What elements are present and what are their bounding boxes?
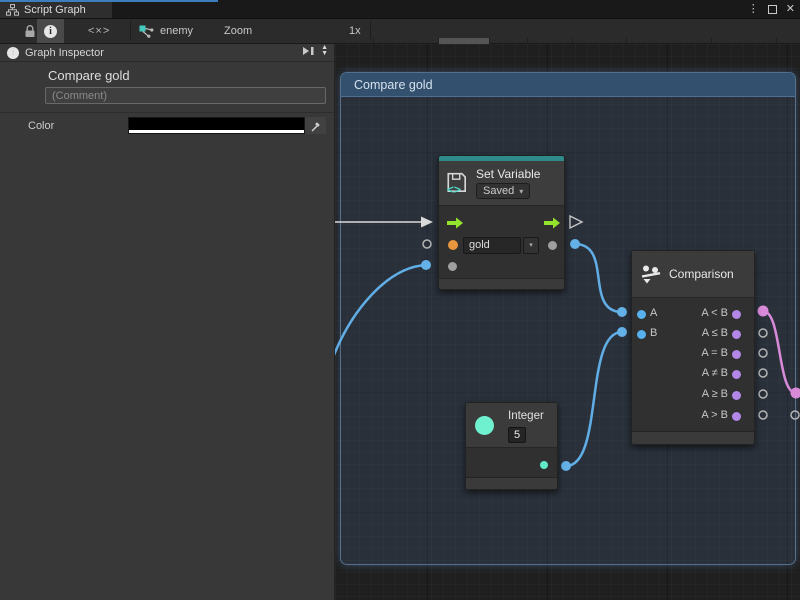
- toolbar-separator: [130, 21, 131, 41]
- port-comparison-leq[interactable]: [732, 330, 741, 339]
- port-comparison-eq[interactable]: [732, 350, 741, 359]
- port-comparison-greater[interactable]: [732, 412, 741, 421]
- eyedropper-icon: [309, 119, 323, 133]
- node-integer[interactable]: Integer 5: [465, 402, 558, 490]
- variable-kind-dropdown[interactable]: Saved ▾: [476, 183, 530, 199]
- port-comparison-eq-external[interactable]: [759, 349, 767, 357]
- zoom-value: 1x: [349, 19, 361, 43]
- graph-hierarchy-icon: [6, 4, 19, 16]
- window-maximize-icon[interactable]: [768, 5, 777, 14]
- graph-breadcrumb[interactable]: enemy: [139, 19, 193, 43]
- info-icon: i: [7, 47, 19, 59]
- port-comparison-neq[interactable]: [732, 370, 741, 379]
- port-comparison-b-external[interactable]: [617, 327, 627, 337]
- integer-type-icon: [475, 416, 494, 435]
- alpha-bar: [129, 130, 304, 133]
- window-menu-icon[interactable]: ⋮: [748, 2, 759, 17]
- port-setvar-output-value[interactable]: [548, 241, 557, 250]
- script-graph-window: Script Graph ⋮ ✕ i <×>: [0, 0, 800, 600]
- dock-panel-icon[interactable]: [301, 45, 315, 57]
- setvar-title: Set Variable: [476, 167, 540, 181]
- port-comparison-a[interactable]: [637, 310, 646, 319]
- edge-flow-arrowhead: [421, 217, 433, 228]
- port-setvar-value-in-external[interactable]: [423, 240, 431, 248]
- chevron-down-icon: ▾: [519, 187, 523, 196]
- port-comparison-a-external[interactable]: [617, 307, 627, 317]
- color-swatch[interactable]: [128, 117, 305, 134]
- port-variable-name[interactable]: [448, 240, 458, 250]
- output-greater-label: A > B: [701, 409, 728, 421]
- comment-input[interactable]: [45, 87, 326, 104]
- port-flow-out[interactable]: [544, 217, 560, 229]
- output-less-label: A < B: [701, 307, 728, 319]
- window-close-icon[interactable]: ✕: [786, 2, 795, 17]
- zoom-label: Zoom: [224, 19, 252, 43]
- edge-setvar-to-comparison-a[interactable]: [575, 244, 622, 312]
- floppy-variable-icon: <>: [445, 171, 469, 195]
- integer-title: Integer: [508, 410, 544, 422]
- port-comparison-b[interactable]: [637, 330, 646, 339]
- toolbar-separator: [370, 21, 371, 41]
- port-comparison-leq-external[interactable]: [759, 329, 767, 337]
- port-comparison-less[interactable]: [732, 310, 741, 319]
- node-comparison[interactable]: Comparison A A < B B A ≤ B A = B A ≠ B: [631, 250, 755, 445]
- port-comparison-geq[interactable]: [732, 391, 741, 400]
- port-integer-out-external[interactable]: [561, 461, 571, 471]
- edge-integer-to-comparison-b[interactable]: [566, 332, 622, 466]
- graph-name: enemy: [160, 25, 193, 37]
- graph-title-text: Compare gold: [48, 68, 130, 83]
- graph-node-icon: [139, 25, 154, 38]
- panel-scrubber-icon[interactable]: ▲▼: [321, 45, 328, 57]
- output-neq-label: A ≠ B: [702, 367, 728, 379]
- integer-header[interactable]: Integer 5: [466, 403, 557, 448]
- port-comparison-less-external[interactable]: [758, 306, 769, 317]
- graph-canvas[interactable]: Compare gold: [335, 44, 800, 600]
- integer-value-field[interactable]: 5: [508, 427, 526, 443]
- comparison-title: Comparison: [669, 267, 734, 281]
- comparison-footer: [632, 431, 754, 444]
- port-integer-out[interactable]: [540, 461, 548, 469]
- port-comparison-neq-external[interactable]: [759, 369, 767, 377]
- eyedropper-button[interactable]: [305, 117, 326, 134]
- integer-footer: [466, 477, 557, 489]
- port-flow-in[interactable]: [447, 217, 463, 229]
- port-setvar-output-external[interactable]: [570, 239, 580, 249]
- port-flow-out-external[interactable]: [570, 216, 582, 228]
- port-offscreen-in-2[interactable]: [791, 411, 799, 419]
- input-a-label: A: [650, 307, 657, 319]
- port-comparison-geq-external[interactable]: [759, 390, 767, 398]
- comparison-scale-icon: [640, 263, 662, 285]
- tab-script-graph[interactable]: Script Graph: [0, 2, 112, 18]
- svg-text:<>: <>: [447, 182, 461, 195]
- output-geq-label: A ≥ B: [702, 388, 728, 400]
- inspector-toggle-button[interactable]: i: [37, 19, 64, 43]
- output-leq-label: A ≤ B: [702, 327, 728, 339]
- edge-variable-in[interactable]: [335, 265, 426, 360]
- node-set-variable[interactable]: <> Set Variable Saved ▾ gold ▾: [438, 155, 565, 290]
- code-preview-icon[interactable]: <×>: [88, 19, 110, 43]
- info-icon: i: [44, 25, 57, 38]
- variable-name-field[interactable]: gold: [463, 237, 521, 254]
- graph-inspector-header: i Graph Inspector ▲▼: [0, 44, 334, 62]
- setvar-footer: [439, 278, 564, 289]
- lock-icon[interactable]: [24, 19, 36, 43]
- port-setvar-input-value[interactable]: [448, 262, 457, 271]
- port-offscreen-in[interactable]: [791, 388, 800, 399]
- edge-comparison-out[interactable]: [763, 311, 796, 393]
- setvar-header[interactable]: <> Set Variable Saved ▾: [439, 161, 564, 206]
- variable-name-dropdown[interactable]: ▾: [523, 237, 539, 254]
- titlebar: Script Graph ⋮ ✕: [0, 0, 800, 18]
- inspector-title: Graph Inspector: [25, 47, 104, 59]
- tab-title: Script Graph: [24, 4, 86, 16]
- port-setvar-input-external[interactable]: [421, 260, 431, 270]
- divider: [0, 112, 334, 113]
- output-eq-label: A = B: [701, 347, 728, 359]
- toolbar: i <×> enemy Zoom 1x Relations Values D: [0, 18, 800, 44]
- input-b-label: B: [650, 327, 657, 339]
- port-comparison-greater-external[interactable]: [759, 411, 767, 419]
- graph-inspector-panel: i Graph Inspector ▲▼ Compare gold Color: [0, 44, 335, 600]
- color-label: Color: [28, 120, 54, 132]
- comparison-header[interactable]: Comparison: [632, 251, 754, 298]
